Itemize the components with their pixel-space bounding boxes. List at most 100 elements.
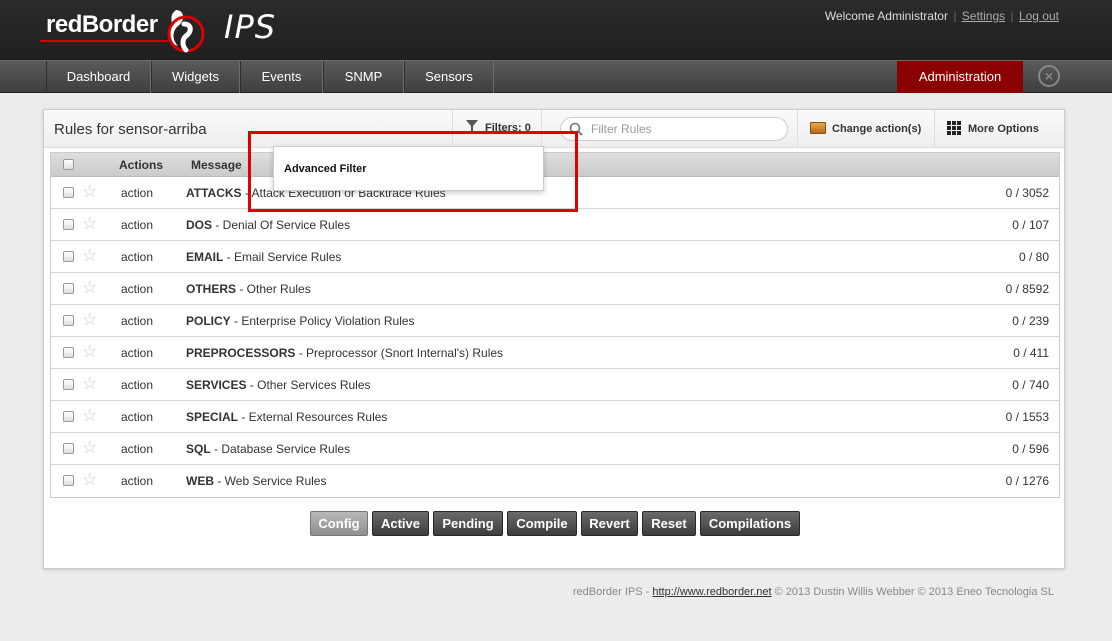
row-checkbox[interactable] (63, 443, 74, 454)
nav-dashboard[interactable]: Dashboard (46, 61, 151, 93)
table-row[interactable]: ☆ action WEB - Web Service Rules 0 / 1276 (51, 465, 1059, 497)
row-checkbox[interactable] (63, 251, 74, 262)
config-button[interactable]: Config (310, 511, 368, 536)
table-row[interactable]: ☆ action EMAIL - Email Service Rules 0 / 80 (51, 241, 1059, 273)
table-row[interactable]: ☆ action SQL - Database Service Rules 0 / 5… (51, 433, 1059, 465)
nav-events[interactable]: Events (240, 61, 323, 93)
active-button[interactable]: Active (372, 511, 429, 536)
row-action[interactable]: action (121, 378, 153, 392)
row-message[interactable]: SERVICES - Other Services Rules (186, 378, 371, 392)
row-message[interactable]: OTHERS - Other Rules (186, 282, 311, 296)
table-row[interactable]: ☆ action SERVICES - Other Services Rules 0 … (51, 369, 1059, 401)
logo-text: redBorder (46, 11, 158, 38)
welcome-text: Welcome Administrator (824, 9, 948, 23)
star-icon[interactable]: ☆ (82, 343, 97, 361)
row-category: SPECIAL (186, 410, 239, 424)
row-checkbox[interactable] (63, 347, 74, 358)
table-row[interactable]: ☆ action PREPROCESSORS - Preprocessor (Sno… (51, 337, 1059, 369)
row-action[interactable]: action (121, 346, 153, 360)
row-checkbox[interactable] (63, 379, 74, 390)
table-row[interactable]: ☆ action POLICY - Enterprise Policy Violat… (51, 305, 1059, 337)
star-icon[interactable]: ☆ (82, 407, 97, 425)
product-name: IPS (224, 8, 277, 46)
row-message[interactable]: SQL - Database Service Rules (186, 442, 350, 456)
settings-link[interactable]: Settings (962, 9, 1005, 23)
more-options-button[interactable]: More Options (934, 110, 1064, 148)
star-icon[interactable]: ☆ (82, 279, 97, 297)
row-description: - External Resources Rules (238, 410, 388, 424)
star-icon[interactable]: ☆ (82, 375, 97, 393)
star-icon[interactable]: ☆ (82, 471, 97, 489)
close-icon[interactable]: × (1038, 65, 1060, 87)
star-icon[interactable]: ☆ (82, 183, 97, 201)
row-action[interactable]: action (121, 282, 153, 296)
change-actions-label: Change action(s) (832, 123, 922, 135)
row-description: - Database Service Rules (210, 442, 351, 456)
row-message[interactable]: SPECIAL - External Resources Rules (186, 410, 387, 424)
select-all-checkbox[interactable] (63, 159, 74, 170)
page-title: Rules for sensor-arriba (54, 121, 207, 138)
row-category: ATTACKS (186, 186, 242, 200)
row-checkbox[interactable] (63, 315, 74, 326)
column-header-message: Message (191, 158, 242, 172)
star-icon[interactable]: ☆ (82, 215, 97, 233)
row-count: 0 / 411 (1013, 346, 1049, 360)
pending-button[interactable]: Pending (433, 511, 503, 536)
row-action[interactable]: action (121, 250, 153, 264)
row-action[interactable]: action (121, 186, 153, 200)
logo-mark-icon (167, 10, 205, 53)
nav-sensors[interactable]: Sensors (404, 61, 494, 93)
row-message[interactable]: PREPROCESSORS - Preprocessor (Snort Inte… (186, 346, 503, 360)
row-count: 0 / 596 (1012, 442, 1049, 456)
nav-widgets[interactable]: Widgets (151, 61, 240, 93)
row-checkbox[interactable] (63, 219, 74, 230)
star-icon[interactable]: ☆ (82, 247, 97, 265)
row-checkbox[interactable] (63, 475, 74, 486)
row-description: - Preprocessor (Snort Internal's) Rules (295, 346, 504, 360)
nav-administration[interactable]: Administration (897, 61, 1023, 93)
row-count: 0 / 3052 (1005, 186, 1049, 200)
row-category: OTHERS (186, 282, 237, 296)
row-checkbox[interactable] (63, 411, 74, 422)
row-description: - Web Service Rules (214, 474, 327, 488)
row-action[interactable]: action (121, 442, 153, 456)
main-nav: Dashboard Widgets Events SNMP Sensors Ad… (0, 60, 1112, 93)
footer-link[interactable]: http://www.redborder.net (652, 586, 771, 598)
table-row[interactable]: ☆ action OTHERS - Other Rules 0 / 8592 (51, 273, 1059, 305)
row-action[interactable]: action (121, 314, 153, 328)
row-category: PREPROCESSORS (186, 346, 296, 360)
star-icon[interactable]: ☆ (82, 439, 97, 457)
row-category: POLICY (186, 314, 231, 328)
row-action[interactable]: action (121, 474, 153, 488)
row-description: - Email Service Rules (223, 250, 342, 264)
reset-button[interactable]: Reset (642, 511, 696, 536)
row-count: 0 / 80 (1018, 250, 1049, 264)
row-category: SQL (186, 442, 211, 456)
compile-button[interactable]: Compile (507, 511, 577, 536)
row-description: - Enterprise Policy Violation Rules (230, 314, 415, 328)
row-count: 0 / 740 (1012, 378, 1049, 392)
footer: redBorder IPS - http://www.redborder.net… (573, 586, 1054, 598)
change-actions-button[interactable]: Change action(s) (797, 110, 935, 148)
grid-icon (947, 121, 961, 135)
star-icon[interactable]: ☆ (82, 311, 97, 329)
row-action[interactable]: action (121, 410, 153, 424)
row-category: WEB (186, 474, 214, 488)
search-input[interactable] (591, 121, 781, 137)
row-message[interactable]: POLICY - Enterprise Policy Violation Rul… (186, 314, 415, 328)
row-message[interactable]: WEB - Web Service Rules (186, 474, 326, 488)
logout-link[interactable]: Log out (1019, 9, 1059, 23)
revert-button[interactable]: Revert (581, 511, 638, 536)
table-row[interactable]: ☆ action SPECIAL - External Resources Rule… (51, 401, 1059, 433)
search-field (560, 117, 788, 141)
compilations-button[interactable]: Compilations (700, 511, 800, 536)
nav-snmp[interactable]: SNMP (323, 61, 404, 93)
row-checkbox[interactable] (63, 283, 74, 294)
row-message[interactable]: DOS - Denial Of Service Rules (186, 218, 350, 232)
table-row[interactable]: ☆ action DOS - Denial Of Service Rules 0 / … (51, 209, 1059, 241)
row-checkbox[interactable] (63, 187, 74, 198)
column-header-actions: Actions (119, 158, 164, 172)
row-category: EMAIL (186, 250, 224, 264)
row-message[interactable]: EMAIL - Email Service Rules (186, 250, 341, 264)
row-action[interactable]: action (121, 218, 153, 232)
